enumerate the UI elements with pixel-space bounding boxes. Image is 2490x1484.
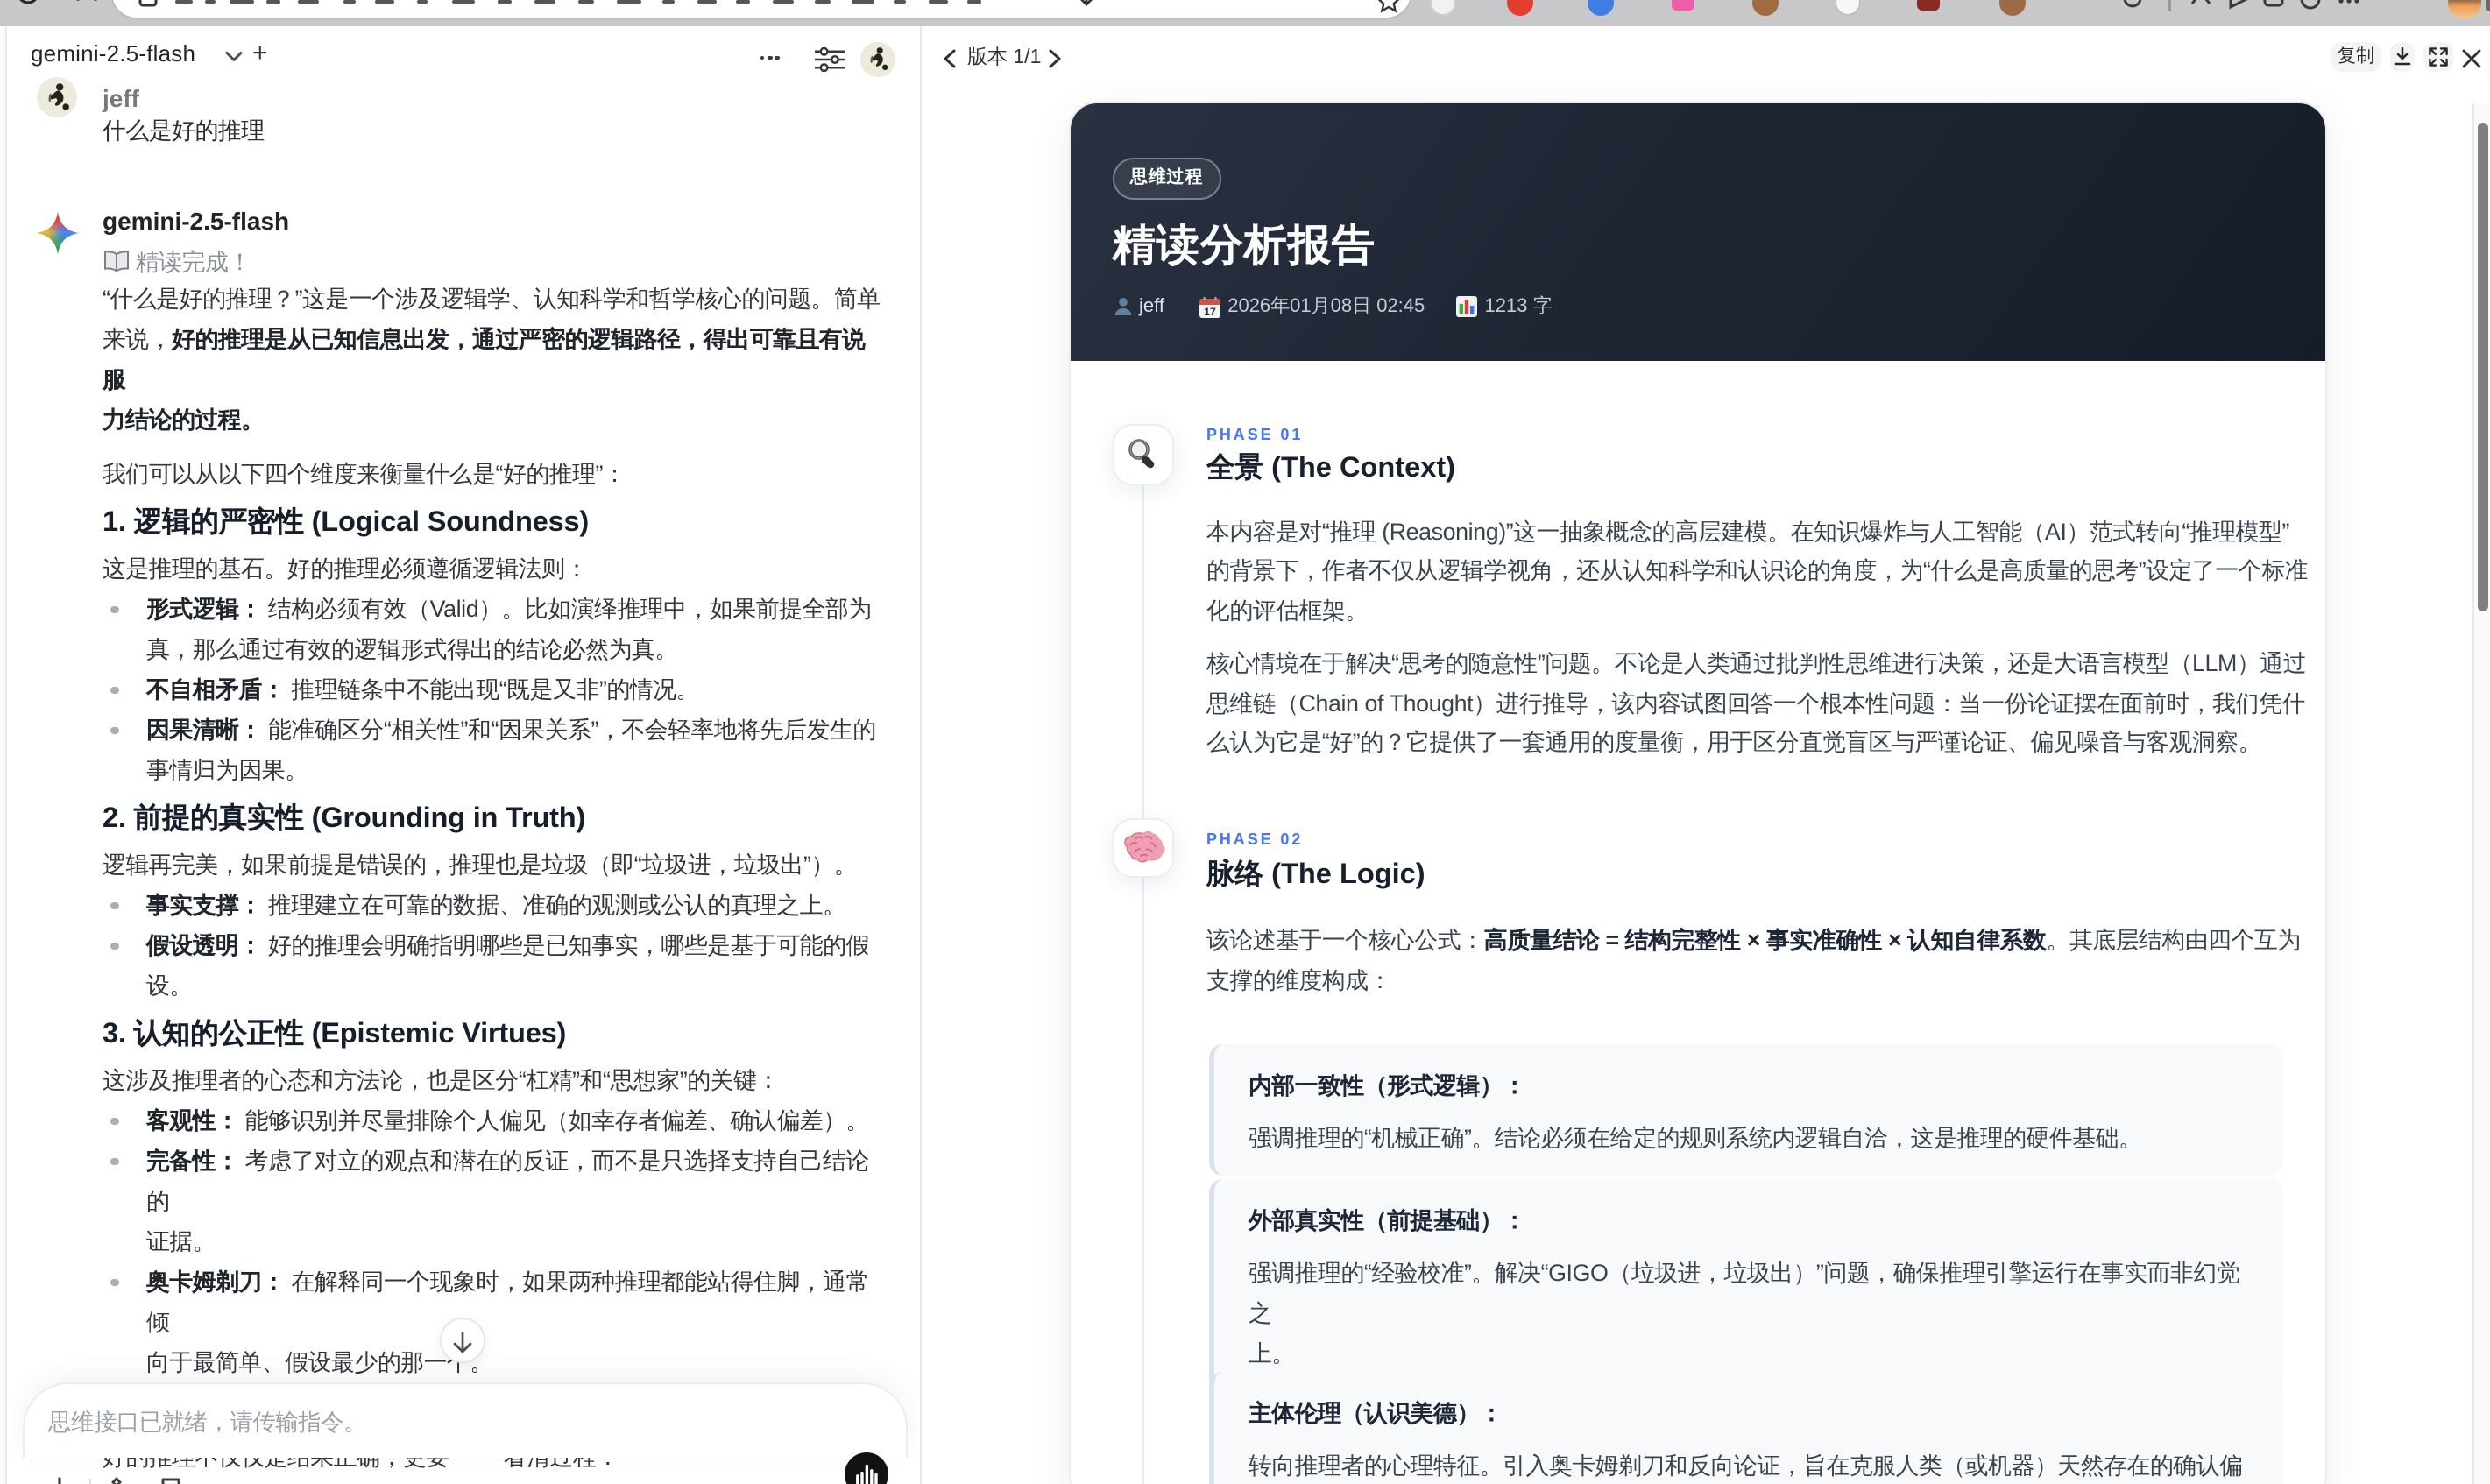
- svg-text:17: 17: [1203, 305, 1215, 317]
